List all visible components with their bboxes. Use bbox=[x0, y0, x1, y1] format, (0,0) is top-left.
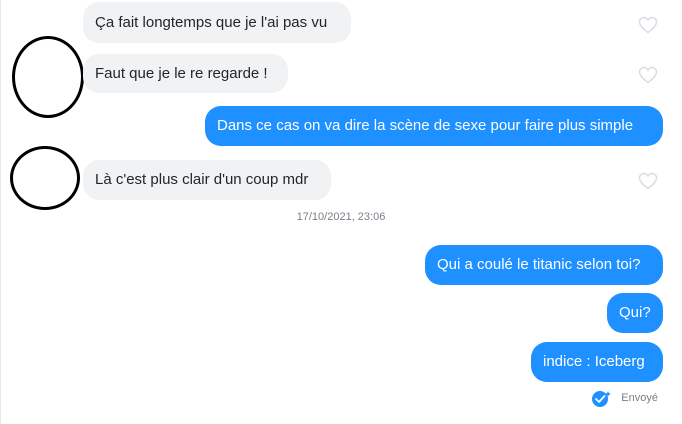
message-bubble-incoming[interactable]: Là c'est plus clair d'un coup mdr bbox=[83, 160, 331, 200]
message-text: Là c'est plus clair d'un coup mdr bbox=[95, 171, 309, 188]
message-text: Qui a coulé le titanic selon toi? bbox=[437, 256, 641, 273]
message-timestamp: 17/10/2021, 23:06 bbox=[296, 211, 386, 223]
message-bubble-outgoing[interactable]: Qui a coulé le titanic selon toi? bbox=[425, 245, 663, 285]
message-bubble-incoming[interactable]: Ça fait longtemps que je l'ai pas vu bbox=[83, 2, 351, 43]
conversation-view: Ça fait longtemps que je l'ai pas vu Fau… bbox=[0, 0, 682, 424]
message-bubble-outgoing[interactable]: indice : Iceberg bbox=[531, 342, 663, 382]
redacted-avatar bbox=[10, 146, 80, 210]
status-label: Envoyé bbox=[621, 392, 658, 404]
message-text: indice : Iceberg bbox=[543, 353, 645, 370]
message-text: Ça fait longtemps que je l'ai pas vu bbox=[95, 13, 328, 31]
message-text: Faut que je le re regarde ! bbox=[95, 64, 268, 82]
message-bubble-incoming[interactable]: Faut que je le re regarde ! bbox=[83, 54, 288, 93]
heart-icon[interactable] bbox=[638, 66, 658, 84]
message-bubble-outgoing[interactable]: Dans ce cas on va dire la scène de sexe … bbox=[205, 106, 663, 146]
message-bubble-outgoing[interactable]: Qui? bbox=[607, 293, 663, 333]
message-text: Dans ce cas on va dire la scène de sexe … bbox=[217, 117, 634, 134]
message-text: Qui? bbox=[619, 304, 651, 321]
double-check-icon bbox=[592, 391, 612, 407]
redacted-avatar bbox=[12, 36, 84, 118]
heart-icon[interactable] bbox=[638, 16, 658, 34]
heart-icon[interactable] bbox=[638, 172, 658, 190]
delivery-status: Envoyé bbox=[591, 389, 658, 407]
